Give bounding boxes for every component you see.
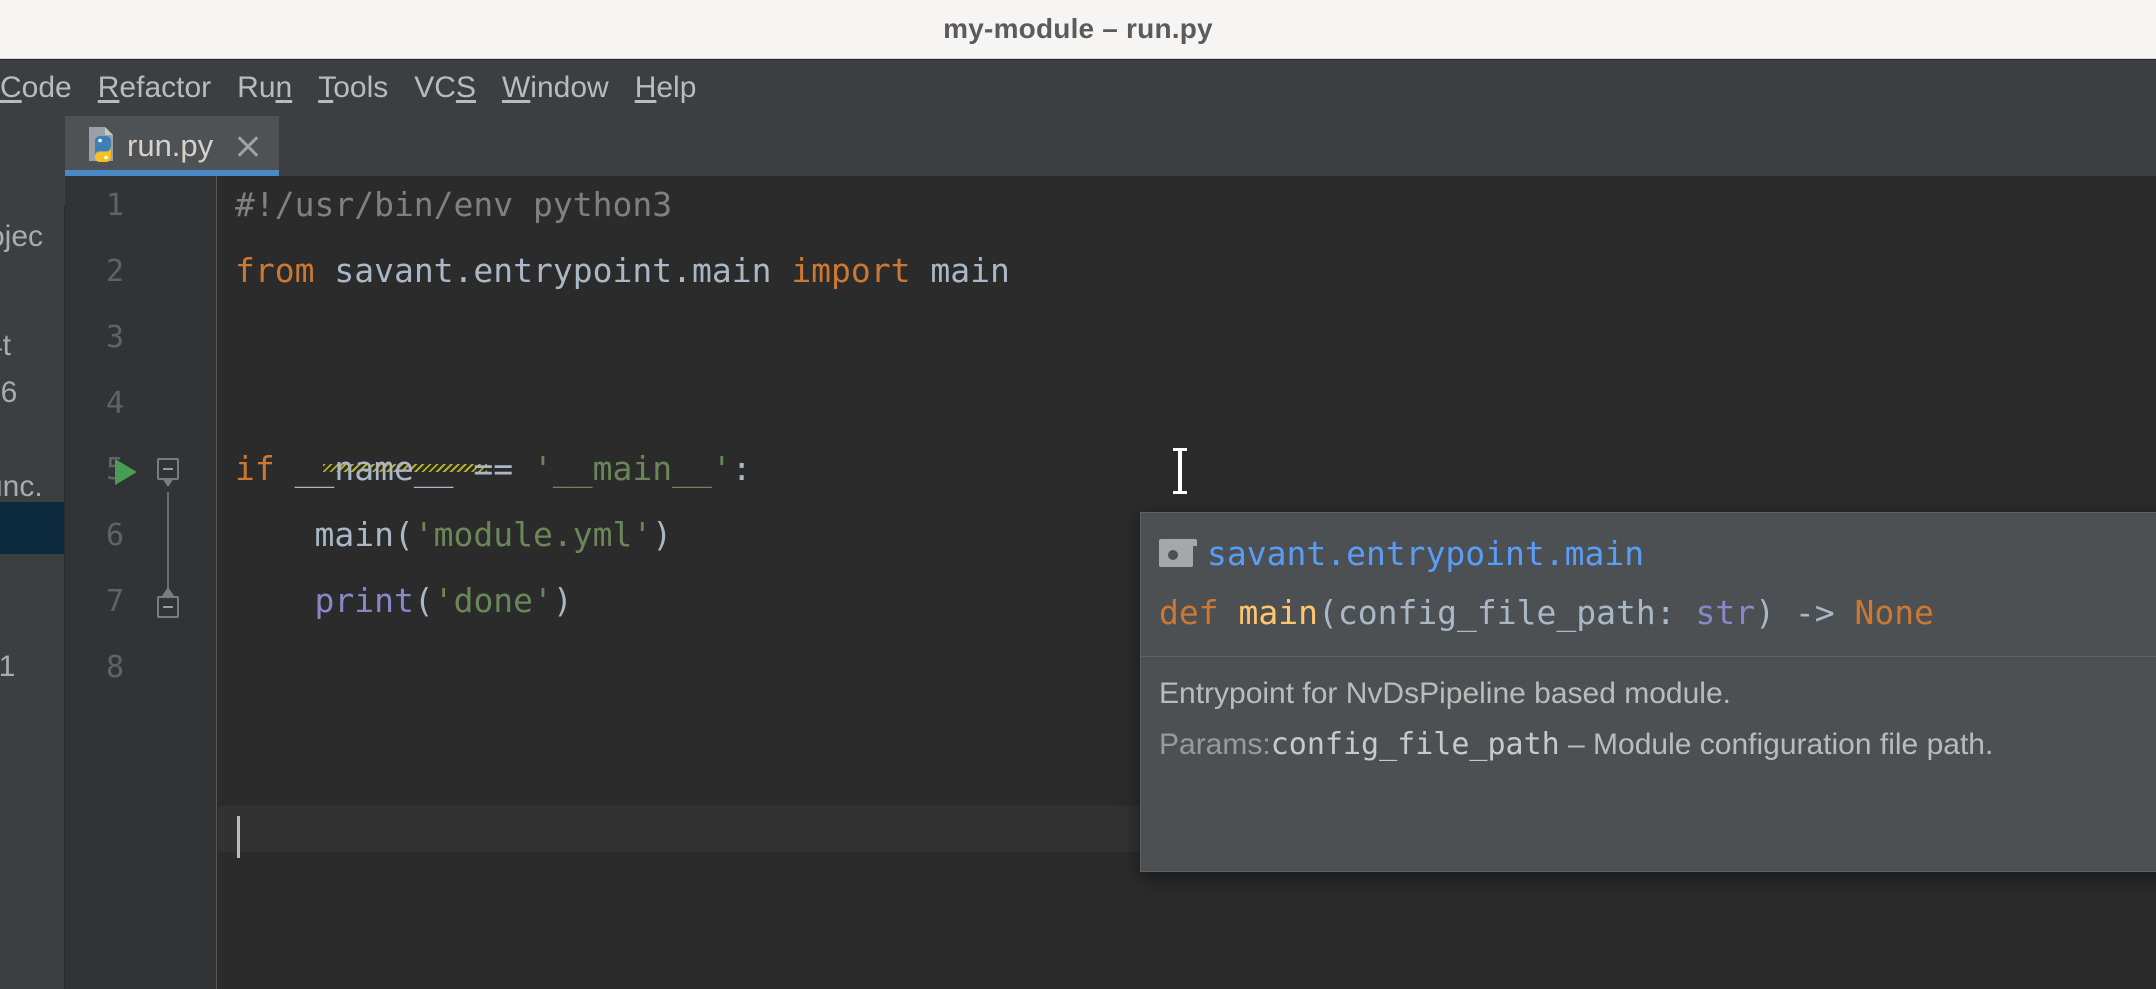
doc-signature-open-paren: ( [1317,593,1338,632]
doc-popup-header: savant.entrypoint.main [1159,529,2156,577]
code-token: if [235,449,295,488]
project-fragment-5[interactable]: _1 [0,650,15,684]
doc-popup-signature-section: savant.entrypoint.main def main(config_f… [1141,513,2156,642]
project-fragment-3[interactable]: 86 [0,376,17,410]
code-token: #!/usr/bin/env python3 [235,185,673,224]
code-token: import [791,251,931,290]
code-fold-end-icon[interactable] [157,587,183,622]
editor-gutter[interactable]: 12345678 [65,176,217,989]
quick-documentation-popup[interactable]: savant.entrypoint.main def main(config_f… [1140,512,2156,872]
doc-signature-param-name: config_file_path [1337,593,1656,632]
code-token: savant.entrypoint.main [334,251,792,290]
module-icon [1159,539,1197,567]
doc-param-name: config_file_path [1270,727,1560,762]
doc-signature-close-paren: ) [1755,593,1775,632]
doc-signature-def-keyword: def [1159,593,1219,632]
close-icon[interactable] [235,133,261,159]
code-token: main [930,251,1010,290]
line-number: 6 [105,518,124,553]
doc-param-description: – Module configuration file path. [1559,728,1994,761]
editor-tab-run-py[interactable]: run.py [65,116,280,176]
menu-bar: Code Refactor Run Tools VCS Window Help [0,60,2156,116]
project-fragment-2[interactable]: 4t [0,329,11,363]
project-tool-window[interactable]: ojec 4t 86 unc. _1 [0,206,65,989]
line-number: 1 [105,188,124,223]
doc-description: Entrypoint for NvDsPipeline based module… [1159,677,1731,710]
project-selected-row[interactable] [0,502,64,554]
doc-popup-body: Entrypoint for NvDsPipeline based module… [1141,657,2156,767]
window-title: my-module – run.py [943,13,1213,44]
mouse-ibeam-cursor [1173,448,1187,494]
code-line[interactable]: print('done') [235,581,573,620]
doc-signature: def main(config_file_path: str) -> None [1159,593,2156,632]
python-file-icon [85,125,121,168]
doc-signature-function-name: main [1238,593,1318,632]
menu-refactor[interactable]: Refactor [85,60,224,116]
text-caret [237,816,240,858]
code-line[interactable]: #!/usr/bin/env python3 [235,188,672,221]
code-token: '__main__' [533,449,732,488]
line-number: 3 [105,320,124,355]
line-number: 7 [105,584,124,619]
code-line[interactable]: if __name__ == '__main__': [235,452,752,485]
project-fragment-project[interactable]: ojec [0,220,43,254]
code-token: ) [652,515,673,554]
code-token: 'module.yml' [413,515,653,554]
editor-tab-bar: run.py [65,116,2156,176]
code-token: from [235,251,335,290]
doc-signature-param-type: str [1695,593,1756,632]
window-titlebar: my-module – run.py [0,0,2156,59]
code-token: __name__ == [294,449,534,488]
code-token: : [731,449,752,488]
doc-params-row: Params: config_file_path – Module config… [1159,722,2156,767]
menu-code[interactable]: Code [0,60,85,116]
project-fragment-4[interactable]: unc. [0,470,43,504]
doc-params-label: Params: [1159,728,1271,761]
editor-tab-label: run.py [127,128,214,163]
menu-window[interactable]: Window [489,60,622,116]
line-number: 8 [105,650,124,685]
code-line[interactable]: main('module.yml') [235,518,672,551]
menu-vcs[interactable]: VCS [401,60,489,116]
line-number: 2 [105,254,124,289]
doc-signature-arrow: -> [1774,593,1855,632]
code-line[interactable]: from savant.entrypoint.main import main [235,254,1010,287]
menu-tools[interactable]: Tools [305,60,401,116]
code-token: ) [552,581,573,620]
doc-signature-return-type: None [1854,593,1934,632]
doc-signature-colon: : [1655,593,1696,632]
doc-params-value: config_file_path – Module configuration … [1271,722,1994,767]
line-number: 4 [105,386,124,421]
code-token: print [314,581,414,620]
code-token: ( [413,581,434,620]
menu-run[interactable]: Run [224,60,305,116]
code-fold-region-line [167,492,169,598]
menu-help[interactable]: Help [622,60,710,116]
pycharm-window: my-module – run.py Code Refactor Run Tools V… [0,0,2156,989]
code-token: 'done' [433,581,553,620]
code-fold-collapse-icon[interactable] [157,458,183,487]
code-editor[interactable]: 12345678 #!/usr/bin/env python3 from sava… [65,176,2156,989]
run-gutter-icon[interactable] [115,459,137,485]
code-token: main( [235,515,414,554]
doc-qualified-name[interactable]: savant.entrypoint.main [1207,534,1644,573]
